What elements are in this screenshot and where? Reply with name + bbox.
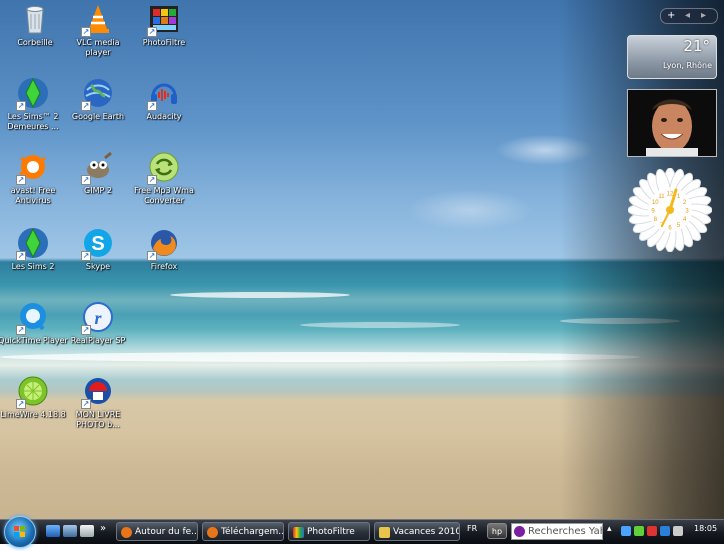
clock-time[interactable]: 18:05 xyxy=(694,524,717,533)
daisy-clock-face: 121234567891011 xyxy=(627,167,713,253)
desktop-icon-mon-livre-photo[interactable]: ↗ MON LIVRE PHOTO b... xyxy=(63,374,133,430)
add-gadget-button[interactable]: + xyxy=(667,9,675,22)
security-icon[interactable] xyxy=(634,526,644,536)
wave-crest xyxy=(300,322,460,328)
start-button[interactable] xyxy=(4,516,36,548)
weather-gadget[interactable]: 21° Lyon, Rhône xyxy=(627,35,717,79)
desktop-icon-quicktime[interactable]: ↗ QuickTime Player xyxy=(0,300,68,346)
photofiltre-icon: ↗ xyxy=(147,2,181,37)
language-indicator[interactable]: FR xyxy=(467,524,477,533)
photofiltre-icon xyxy=(293,527,304,538)
taskbar-button-autour[interactable]: Autour du fe... xyxy=(116,522,198,541)
desktop-icon-recycle-bin[interactable]: Corbeille xyxy=(0,2,70,48)
yahoo-search-input[interactable]: Recherches Yahoo xyxy=(511,523,603,540)
switch-windows-icon[interactable] xyxy=(63,525,77,537)
taskbar-button-telechargements[interactable]: Téléchargem... xyxy=(202,522,284,541)
photo-book-icon: ↗ xyxy=(81,374,115,409)
desktop-icon-free-mp3-wma-converter[interactable]: ↗ Free Mp3 Wma Converter xyxy=(129,150,199,206)
gimp-icon: ↗ xyxy=(81,150,115,185)
desktop-icon-avast[interactable]: ↗ avast! Free Antivirus xyxy=(0,150,68,206)
antivirus-icon[interactable] xyxy=(647,526,657,536)
google-earth-icon: ↗ xyxy=(81,76,115,111)
desktop-icon-photofiltre[interactable]: ↗ PhotoFiltre xyxy=(129,2,199,48)
folder-icon xyxy=(379,527,390,538)
slideshow-gadget[interactable] xyxy=(627,89,717,157)
clock-gadget[interactable]: 121234567891011 xyxy=(627,167,713,253)
tray-expand-arrow[interactable]: ▴ xyxy=(607,524,612,534)
desktop-icon-firefox[interactable]: ↗ Firefox xyxy=(129,226,199,272)
network-icon[interactable] xyxy=(621,526,631,536)
yahoo-icon xyxy=(514,526,525,537)
weather-temperature: 21° xyxy=(683,37,710,55)
clock-numeral: 11 xyxy=(658,194,665,200)
hp-button[interactable]: hp xyxy=(487,523,507,539)
volume-icon[interactable] xyxy=(673,526,683,536)
desktop-icon-skype[interactable]: S ↗ Skype xyxy=(63,226,133,272)
connection-icon[interactable] xyxy=(660,526,670,536)
desktop-icon-gimp[interactable]: ↗ GIMP 2 xyxy=(63,150,133,196)
limewire-icon: ↗ xyxy=(16,374,50,409)
sidebar-controls: + ◂ ▸ xyxy=(660,8,718,24)
sims-plumbob-icon: ↗ xyxy=(16,226,50,261)
desktop-icon-limewire[interactable]: ↗ LimeWire 4.18.8 xyxy=(0,374,68,420)
previous-page-button[interactable]: ◂ xyxy=(685,9,690,22)
firefox-icon xyxy=(207,527,218,538)
firefox-icon xyxy=(121,527,132,538)
weather-city: Lyon, Rhône xyxy=(662,61,712,70)
svg-text:S: S xyxy=(91,233,104,255)
portrait-photo xyxy=(628,90,716,156)
recycle-bin-icon xyxy=(18,2,52,36)
realplayer-icon: r ↗ xyxy=(81,300,115,335)
taskbar-button-vacances-2010[interactable]: Vacances 2010 xyxy=(374,522,460,541)
audacity-headphones-icon: ↗ xyxy=(147,76,181,111)
desktop-icon-sims-2-demeures[interactable]: ↗ Les Sims™ 2 Demeures ... xyxy=(0,76,68,132)
skype-icon: S ↗ xyxy=(81,226,115,261)
sims-plumbob-icon: ↗ xyxy=(16,76,50,111)
desktop-icon-audacity[interactable]: ↗ Audacity xyxy=(129,76,199,122)
desktop-icon-realplayer[interactable]: r ↗ RealPlayer SP xyxy=(63,300,133,346)
firefox-icon: ↗ xyxy=(147,226,181,261)
quick-launch-chevron[interactable]: » xyxy=(100,523,106,534)
converter-icon: ↗ xyxy=(147,150,181,185)
svg-text:r: r xyxy=(94,308,102,328)
desktop-wallpaper: Corbeille ↗ Les Sims™ 2 Demeures ... ↗ a… xyxy=(0,0,724,519)
wave-crest xyxy=(170,292,350,298)
taskbar: » Autour du fe... Téléchargem... PhotoFi… xyxy=(0,516,724,548)
avast-icon: ↗ xyxy=(16,150,50,185)
taskbar-button-photofiltre[interactable]: PhotoFiltre xyxy=(288,522,370,541)
desktop-icon-vlc[interactable]: ↗ VLC media player xyxy=(63,2,133,58)
next-page-button[interactable]: ▸ xyxy=(701,9,706,22)
mail-icon[interactable] xyxy=(80,525,94,537)
quicktime-icon: ↗ xyxy=(16,300,50,335)
vlc-cone-icon: ↗ xyxy=(81,2,115,37)
desktop-icon-google-earth[interactable]: ↗ Google Earth xyxy=(63,76,133,122)
wave-crest xyxy=(0,352,640,362)
desktop-icon-sims-2[interactable]: ↗ Les Sims 2 xyxy=(0,226,68,272)
clock-numeral: 10 xyxy=(652,200,659,206)
show-desktop-icon[interactable] xyxy=(46,525,60,537)
